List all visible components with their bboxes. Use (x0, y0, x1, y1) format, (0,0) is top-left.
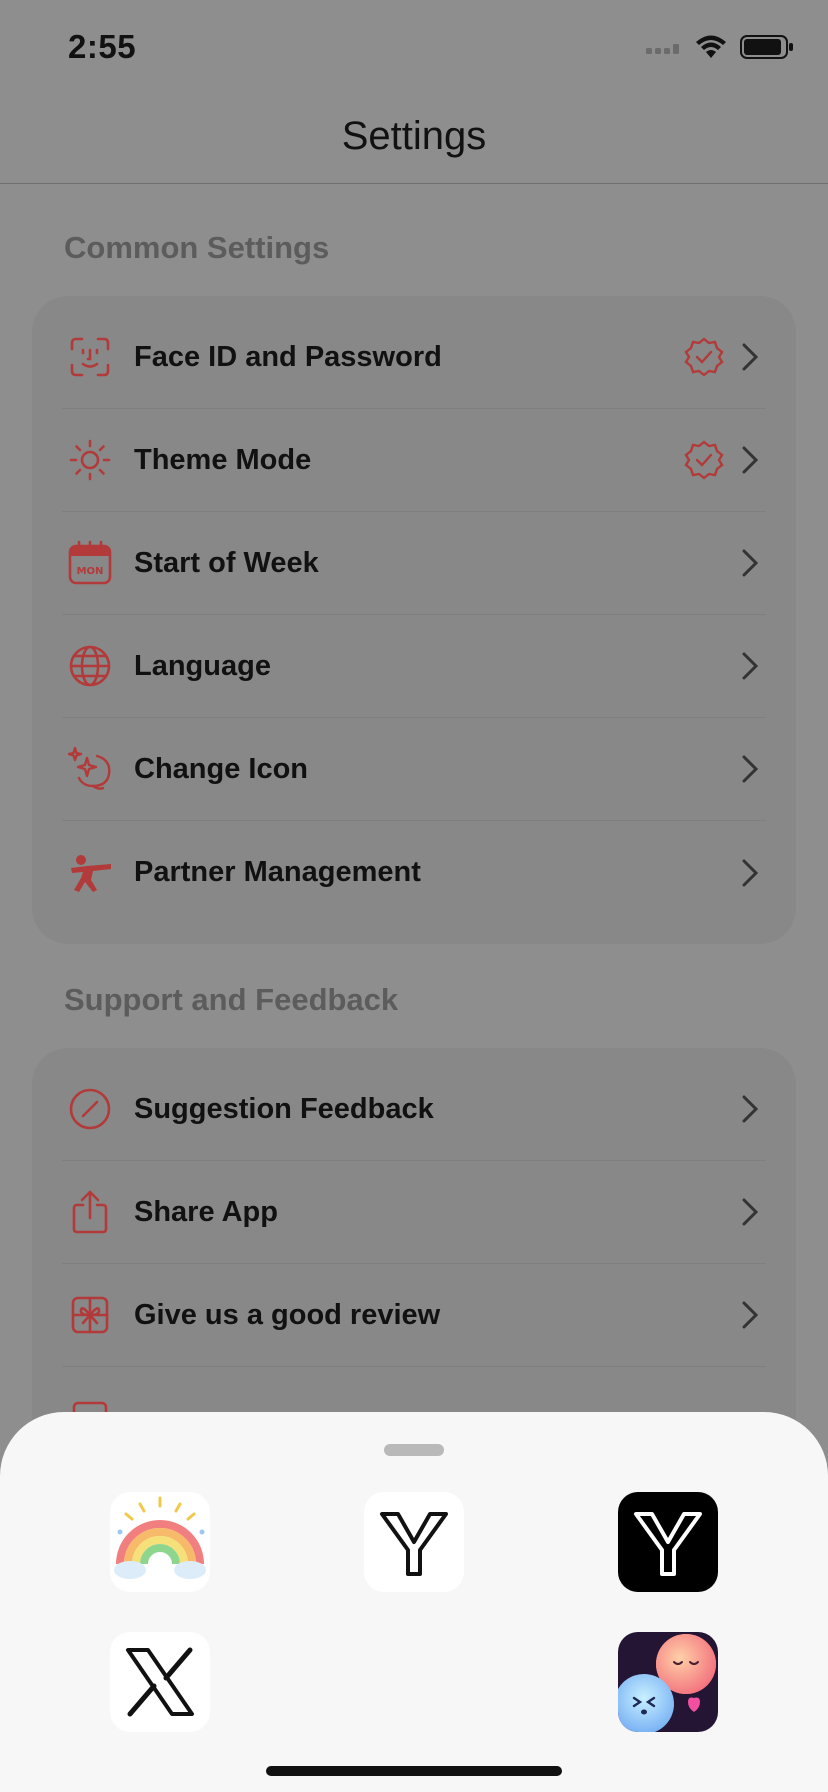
y-light-app-icon[interactable] (364, 1492, 464, 1592)
face-id-icon (66, 333, 114, 381)
calendar-mon-icon: MON (66, 539, 114, 587)
pencil-circle-icon (66, 1085, 114, 1133)
cute-faces-app-icon[interactable] (618, 1632, 718, 1732)
chevron-right-icon (742, 1301, 759, 1329)
settings-row-change-icon[interactable]: Change Icon (62, 718, 766, 821)
support-feedback-group: Suggestion Feedback Share App Give us a … (32, 1048, 796, 1468)
sparkle-icon (66, 745, 114, 793)
row-label: Share App (134, 1195, 278, 1228)
rainbow-app-icon[interactable] (110, 1492, 210, 1592)
chevron-right-icon (742, 859, 759, 886)
row-label: Language (134, 649, 271, 682)
wifi-icon (696, 35, 726, 58)
row-label: Change Icon (134, 752, 309, 785)
chevron-right-icon (742, 652, 759, 680)
chevron-right-icon (742, 1095, 759, 1123)
y-dark-app-icon[interactable] (618, 1492, 718, 1592)
row-label: Partner Management (134, 856, 421, 888)
row-label: Give us a good review (134, 1298, 441, 1331)
page-title: Settings (341, 114, 487, 158)
chevron-right-icon (742, 343, 759, 371)
settings-row-theme-mode[interactable]: Theme Mode (62, 409, 766, 512)
section-title-common: Common Settings (64, 230, 330, 265)
settings-row-share-app[interactable]: Share App (62, 1161, 766, 1264)
common-settings-group: Face ID and Password Theme Mode MON Star… (32, 296, 796, 944)
status-time: 2:55 (68, 28, 137, 65)
row-label: Face ID and Password (134, 340, 442, 373)
row-label: Start of Week (134, 546, 319, 579)
home-indicator (266, 1766, 562, 1776)
row-label: Suggestion Feedback (134, 1092, 434, 1125)
verified-badge-icon (684, 440, 724, 480)
chevron-right-icon (742, 755, 759, 783)
navigation-bar: Settings (0, 96, 828, 184)
gift-icon (66, 1291, 114, 1339)
settings-row-face-id[interactable]: Face ID and Password (62, 306, 766, 409)
status-icons (646, 34, 794, 60)
chevron-right-icon (742, 1198, 759, 1226)
verified-badge-icon (684, 337, 724, 377)
sheet-grabber[interactable] (384, 1444, 444, 1456)
change-icon-sheet (0, 1412, 828, 1792)
settings-row-partner-management[interactable]: Partner Management (62, 821, 766, 924)
settings-row-start-of-week[interactable]: MON Start of Week (62, 512, 766, 615)
settings-row-good-review[interactable]: Give us a good review (62, 1264, 766, 1367)
chevron-right-icon (742, 446, 759, 474)
svg-text:MON: MON (77, 566, 104, 577)
section-title-support: Support and Feedback (64, 982, 399, 1017)
chevron-right-icon (742, 549, 759, 577)
share-icon (66, 1188, 114, 1236)
status-bar: 2:55 (0, 0, 828, 96)
cellular-signal-icon (646, 44, 679, 54)
row-label: Theme Mode (134, 443, 312, 476)
battery-icon (740, 35, 793, 59)
sun-icon (66, 436, 114, 484)
settings-row-language[interactable]: Language (62, 615, 766, 718)
kick-icon (66, 849, 114, 897)
settings-row-suggestion-feedback[interactable]: Suggestion Feedback (62, 1058, 766, 1161)
globe-icon (66, 642, 114, 690)
x-app-icon[interactable] (110, 1632, 210, 1732)
